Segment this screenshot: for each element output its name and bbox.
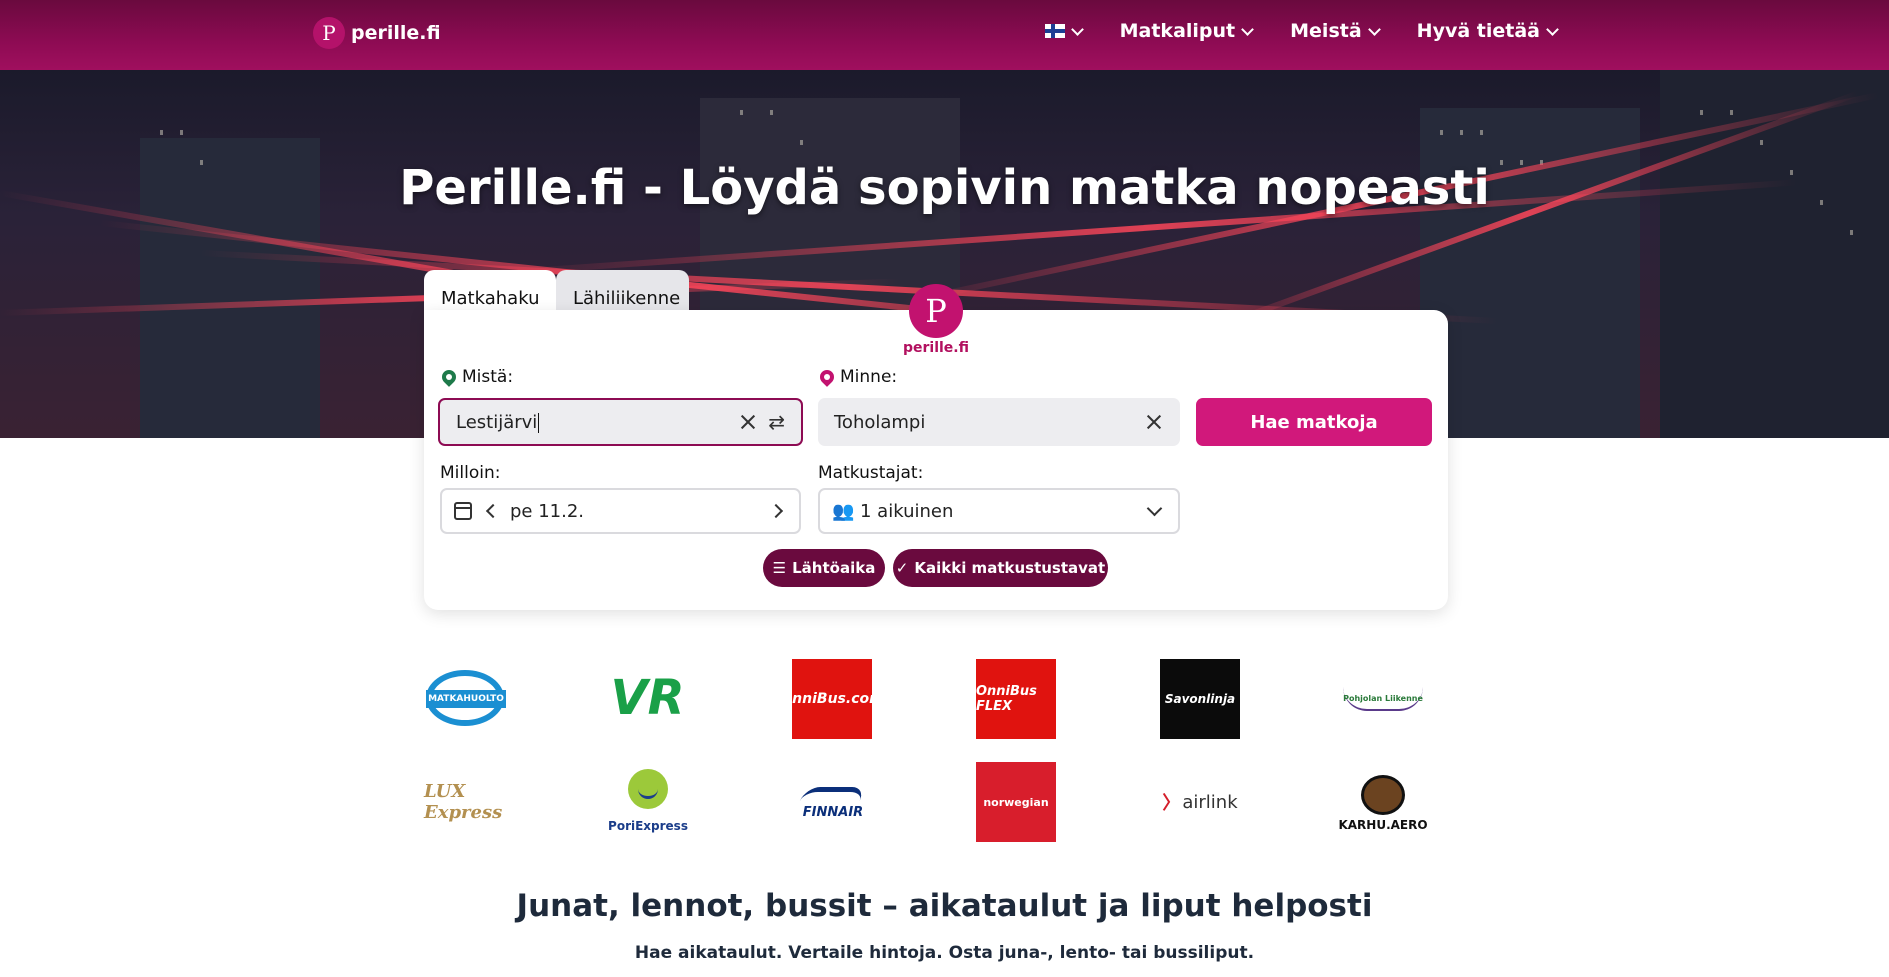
date-value: pe 11.2. (510, 500, 585, 522)
from-label-text: Mistä: (462, 367, 514, 387)
hero-building (1420, 108, 1640, 438)
chevron-down-icon (1367, 22, 1381, 36)
top-navbar: P perille.fi Matkaliput Meistä Hyvä tiet… (0, 0, 1889, 70)
swap-icon[interactable]: ⇄ (768, 410, 785, 434)
brand-link[interactable]: P perille.fi (313, 17, 441, 49)
pori-express-logo[interactable]: PoriExpress (608, 766, 688, 836)
matkahuolto-ring-icon: MATKAHUOLTO (426, 670, 506, 726)
nav-item-label: Matkaliput (1119, 20, 1236, 42)
chevron-left-icon[interactable] (485, 503, 501, 519)
chevron-down-icon (1241, 22, 1255, 36)
bear-icon (1361, 774, 1405, 815)
section-subtitle: Hae aikataulut. Vertaile hintoja. Osta j… (634, 943, 1255, 963)
from-input-value: Lestijärvi (456, 412, 738, 433)
airlink-chevron-icon: 〉 (1162, 793, 1181, 814)
karhu-aero-text: KARHU.AERO (1338, 817, 1428, 832)
onnibus-flex-logo[interactable]: OnniBus FLEX (976, 659, 1056, 739)
section-heading: Junat, lennot, bussit – aikataulut ja li… (516, 888, 1373, 924)
to-input[interactable]: Toholampi (818, 398, 1180, 446)
nav-item-label: Hyvä tietää (1416, 20, 1540, 42)
perille-logo-icon: P (313, 17, 345, 49)
to-input-value: Toholampi (834, 411, 926, 433)
brand-name: perille.fi (351, 22, 441, 44)
chevron-down-icon (1070, 22, 1084, 36)
karhu-aero-logo[interactable]: KARHU.AERO (1338, 770, 1428, 836)
lux-express-logo[interactable]: LUX Express (424, 781, 504, 823)
nav-item-hyva-tietaa[interactable]: Hyvä tietää (1416, 20, 1559, 42)
nav-item-meista[interactable]: Meistä (1290, 20, 1381, 42)
airlink-logo[interactable]: 〉 airlink (1160, 785, 1240, 819)
pori-express-text: PoriExpress (608, 819, 688, 833)
modes-pill-label: Kaikki matkustustavat (914, 559, 1106, 577)
clear-icon[interactable] (738, 412, 758, 432)
finnish-flag-icon (1044, 24, 1065, 38)
page-title: Perille.fi - Löydä sopivin matka nopeast… (399, 160, 1490, 216)
matkahuolto-logo[interactable]: MATKAHUOLTO (424, 668, 506, 728)
from-input[interactable]: Lestijärvi ⇄ (438, 398, 803, 446)
nav-menu: Matkaliput Meistä Hyvä tietää (1044, 20, 1559, 42)
onnibus-logo[interactable]: OnniBus.com (780, 659, 884, 739)
finnair-swoosh-icon (799, 786, 867, 801)
date-picker[interactable]: pe 11.2. (440, 488, 801, 534)
from-input-text: Lestijärvi (456, 411, 538, 433)
smiley-icon (628, 769, 668, 809)
people-icon: 👥 (832, 500, 855, 522)
from-label: Mistä: (439, 367, 514, 387)
travelers-label: Matkustajat: (818, 463, 924, 483)
finnair-logo[interactable]: FINNAIR (795, 780, 871, 826)
check-icon: ✓ (895, 559, 909, 577)
chevron-down-icon (1146, 500, 1163, 516)
perille-logo-icon: P (909, 284, 963, 338)
location-pin-icon (817, 367, 837, 387)
chevron-down-icon (1546, 22, 1559, 36)
location-pin-icon (439, 367, 459, 387)
savonlinja-logo[interactable]: Savonlinja (1160, 659, 1240, 739)
search-button[interactable]: Hae matkoja (1196, 398, 1432, 446)
chevron-right-icon[interactable] (768, 503, 784, 519)
finnair-text: FINNAIR (802, 804, 864, 820)
to-label-text: Minne: (840, 367, 898, 387)
to-label: Minne: (817, 367, 898, 387)
vr-logo[interactable]: VR (605, 670, 690, 726)
sort-pill-label: Lähtöaika (792, 559, 876, 577)
matkahuolto-text: MATKAHUOLTO (426, 690, 506, 708)
sort-icon: ☰ (772, 559, 787, 577)
card-logo-text: perille.fi (902, 340, 969, 356)
nav-item-matkaliput[interactable]: Matkaliput (1119, 20, 1255, 42)
date-label: Milloin: (440, 463, 501, 483)
calendar-icon (454, 502, 472, 520)
clear-icon[interactable] (1144, 412, 1164, 432)
text-caret (538, 412, 540, 433)
travelers-select[interactable]: 👥 1 aikuinen (818, 488, 1180, 534)
pohjolan-liikenne-logo[interactable]: Pohjolan Liikenne (1343, 687, 1423, 711)
travelers-value: 1 aikuinen (860, 500, 954, 522)
norwegian-logo[interactable]: norwegian (976, 762, 1056, 842)
language-selector[interactable] (1044, 22, 1084, 38)
transport-modes-button[interactable]: ✓ Kaikki matkustustavat (893, 549, 1108, 587)
airlink-text: airlink (1182, 791, 1238, 813)
nav-item-label: Meistä (1290, 20, 1362, 42)
sort-departure-button[interactable]: ☰ Lähtöaika (763, 549, 885, 587)
